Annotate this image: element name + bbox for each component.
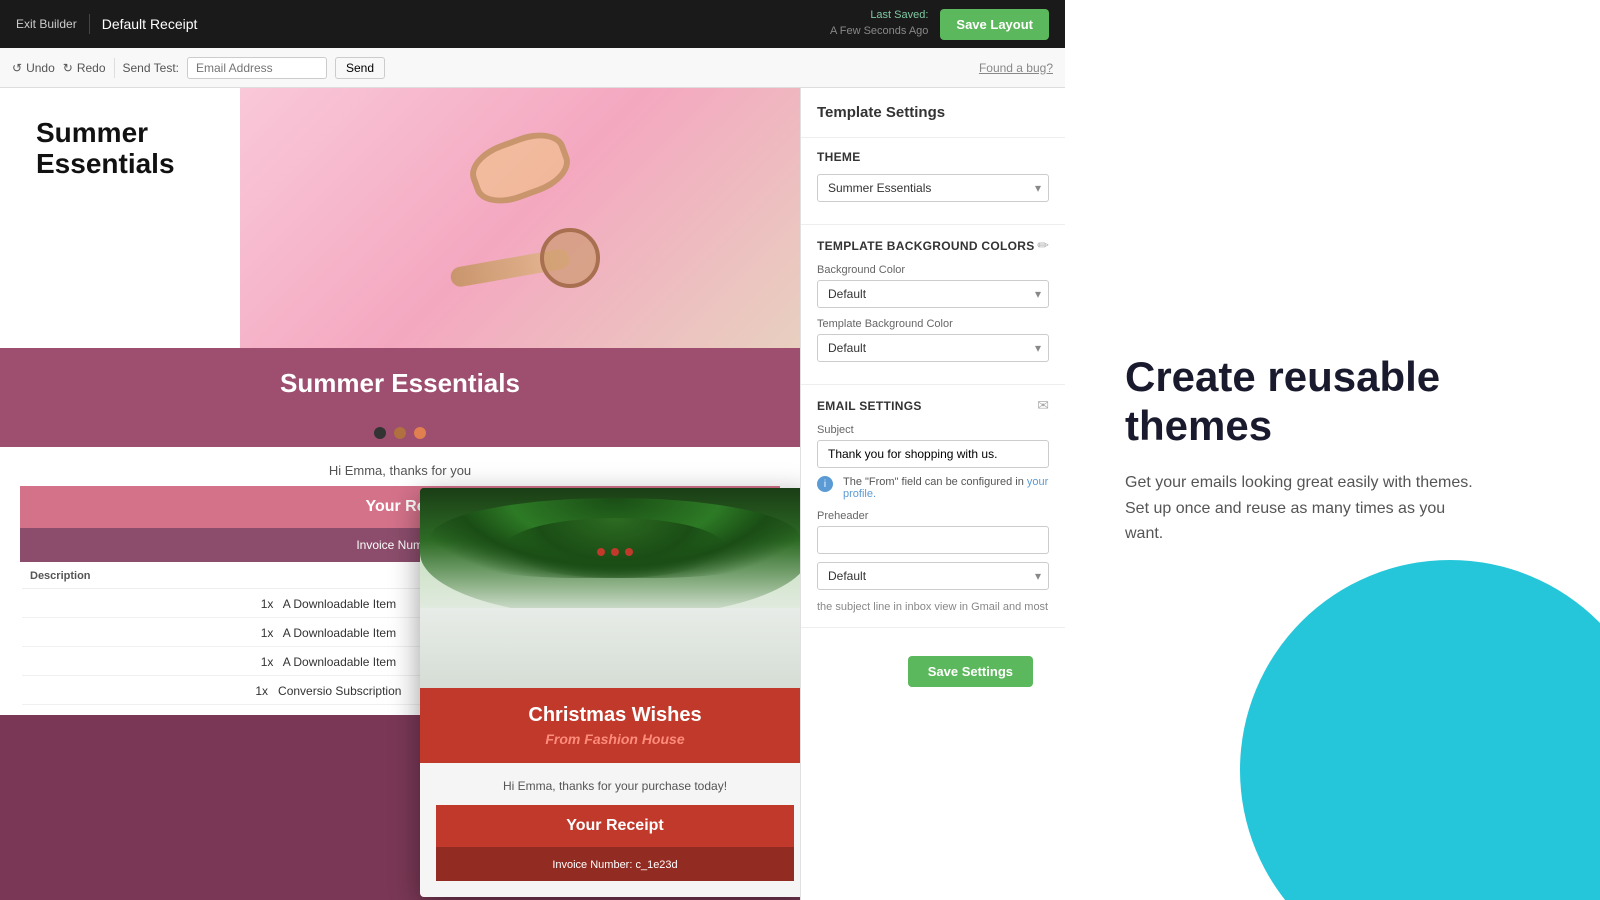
berry-1 [597, 548, 605, 556]
dots-row [0, 419, 800, 447]
marketing-body: Get your emails looking great easily wit… [1125, 470, 1485, 547]
christmas-receipt-bar: Your Receipt [436, 805, 794, 847]
preheader-input[interactable] [817, 526, 1049, 554]
canvas-area[interactable]: Summer Essentials [0, 88, 800, 900]
preheader-label: Preheader [817, 510, 1049, 522]
subtitle-area: Summer Essentials [0, 348, 800, 419]
template-bg-label: Template Background Color [817, 318, 1049, 330]
berries [597, 548, 633, 556]
berry-2 [611, 548, 619, 556]
dot-3 [414, 427, 426, 439]
christmas-hi-text: Hi Emma, thanks for your purchase today! [436, 779, 794, 793]
christmas-body: Hi Emma, thanks for your purchase today!… [420, 763, 800, 897]
christmas-popup: Christmas Wishes From Fashion House Hi E… [420, 488, 800, 897]
christmas-subtitle: From Fashion House [436, 731, 794, 747]
undo-button[interactable]: ↺ Undo [12, 61, 55, 75]
info-icon: i [817, 476, 833, 492]
exit-builder-button[interactable]: Exit Builder [16, 17, 77, 31]
teal-circle-decoration [1240, 560, 1600, 900]
theme-section-header: Theme [817, 150, 1049, 164]
christmas-receipt-text: Your Receipt [566, 817, 664, 834]
edit-icon[interactable]: ✏ [1037, 237, 1049, 254]
preheader-dropdown[interactable]: Default [817, 562, 1049, 590]
save-settings-button[interactable]: Save Settings [908, 656, 1033, 687]
settings-panel: Template Settings Theme Summer Essential… [800, 88, 1065, 900]
save-settings-wrap: Save Settings [801, 628, 1065, 715]
undo-label: Undo [26, 61, 55, 75]
marketing-heading: Create reusable themes [1125, 353, 1505, 450]
christmas-invoice-text: Invoice Number: c_1e23d [552, 859, 677, 871]
panel-title: Template Settings [801, 88, 1065, 138]
theme-dropdown[interactable]: Summer Essentials [817, 174, 1049, 202]
last-saved-info: Last Saved: A Few Seconds Ago [830, 9, 928, 39]
subject-label: Subject [817, 424, 1049, 436]
from-field-note: i The "From" field can be configured in … [817, 476, 1049, 500]
christmas-invoice-bar: Invoice Number: c_1e23d [436, 847, 794, 881]
bg-color-dropdown[interactable]: Default [817, 280, 1049, 308]
from-field-text: The "From" field can be configured in yo… [843, 476, 1049, 500]
last-saved-label: Last Saved: [830, 9, 928, 21]
document-title: Default Receipt [102, 16, 198, 32]
subtitle-text: Summer Essentials [20, 368, 780, 399]
summer-title-block: Summer Essentials [20, 108, 191, 190]
email-edit-icon[interactable]: ✉ [1037, 397, 1049, 414]
email-settings-title: Email Settings [817, 399, 922, 413]
toolbar-separator [114, 58, 115, 78]
editor-area: Exit Builder Default Receipt Last Saved:… [0, 0, 1065, 900]
your-profile-link[interactable]: your profile. [843, 476, 1048, 500]
bg-colors-header: Template Background Colors ✏ [817, 237, 1049, 254]
bg-color-dropdown-wrap: Default [817, 280, 1049, 308]
redo-label: Redo [77, 61, 106, 75]
redo-button[interactable]: ↻ Redo [63, 61, 106, 75]
bg-colors-section: Template Background Colors ✏ Background … [801, 225, 1065, 385]
main-content: Summer Essentials [0, 88, 1065, 900]
last-saved-time: A Few Seconds Ago [830, 25, 928, 37]
toolbar: ↺ Undo ↻ Redo Send Test: Send Found a bu… [0, 48, 1065, 88]
marketing-panel: Create reusable themes Get your emails l… [1065, 0, 1600, 900]
save-layout-button[interactable]: Save Layout [940, 9, 1049, 40]
theme-dropdown-wrap: Summer Essentials [817, 174, 1049, 202]
bg-color-label: Background Color [817, 264, 1049, 276]
template-bg-dropdown[interactable]: Default [817, 334, 1049, 362]
christmas-image-area [420, 488, 800, 688]
send-test-label: Send Test: [123, 61, 179, 75]
bg-colors-title: Template Background Colors [817, 239, 1035, 253]
top-bar: Exit Builder Default Receipt Last Saved:… [0, 0, 1065, 48]
dot-2 [394, 427, 406, 439]
preheader-dropdown-wrap: Default [817, 562, 1049, 590]
email-settings-header: Email Settings ✉ [817, 397, 1049, 414]
theme-section-title: Theme [817, 150, 861, 164]
christmas-title-area: Christmas Wishes From Fashion House [420, 688, 800, 763]
separator [89, 14, 90, 34]
summer-header: Summer Essentials [0, 88, 800, 348]
berry-3 [625, 548, 633, 556]
christmas-title: Christmas Wishes [436, 704, 794, 727]
found-bug-link[interactable]: Found a bug? [979, 61, 1053, 75]
send-button[interactable]: Send [335, 57, 385, 79]
snow-bg [420, 608, 800, 688]
summer-title: Summer Essentials [36, 118, 175, 180]
redo-icon: ↻ [63, 61, 73, 75]
preheader-note: the subject line in inbox view in Gmail … [817, 600, 1049, 615]
template-bg-dropdown-wrap: Default [817, 334, 1049, 362]
summer-bg-image [240, 88, 800, 348]
undo-icon: ↺ [12, 61, 22, 75]
dot-1 [374, 427, 386, 439]
hi-emma-text: Hi Emma, thanks for you [20, 463, 780, 478]
theme-section: Theme Summer Essentials [801, 138, 1065, 225]
email-settings-section: Email Settings ✉ Subject i The "From" fi… [801, 385, 1065, 628]
subject-input[interactable] [817, 440, 1049, 468]
email-input[interactable] [187, 57, 327, 79]
